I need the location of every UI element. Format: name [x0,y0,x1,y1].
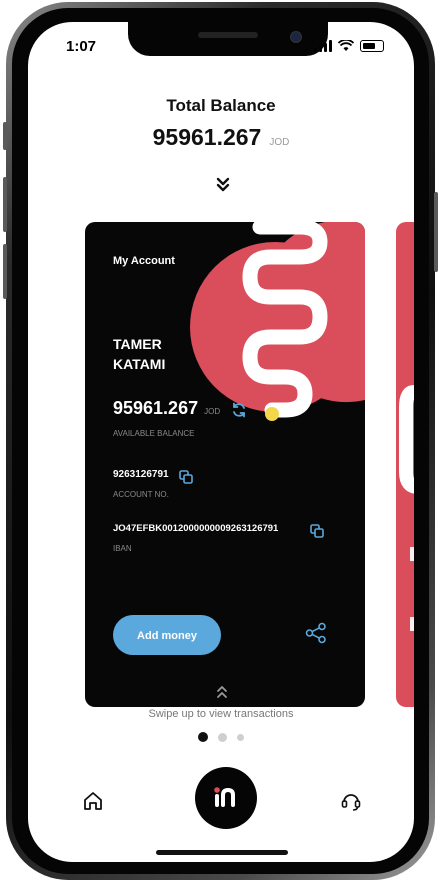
home-indicator[interactable] [156,850,288,855]
app-screen: 1:07 Total Balance 95961.267 JOD My Accou… [28,22,414,862]
share-icon[interactable] [305,622,327,644]
next-account-card[interactable] [396,222,414,707]
available-balance-currency: JOD [204,407,221,416]
swipe-hint: Swipe up to view transactions [148,708,294,720]
add-money-button[interactable]: Add money [113,615,221,655]
volume-up-button [3,177,7,232]
holder-last-name: KATAMI [113,356,166,372]
available-balance-label: AVAILABLE BALANCE [113,429,195,438]
iban-label: IBAN [113,544,132,553]
account-number: 9263126791 [113,469,169,480]
page-dot-1[interactable] [198,732,208,742]
next-card-decoration [399,385,414,631]
holder-first-name: TAMER [113,336,162,352]
refresh-icon[interactable] [231,402,247,418]
wifi-icon [338,40,354,51]
total-balance: 95961.267 JOD [28,124,414,151]
total-balance-currency: JOD [269,137,290,148]
total-balance-label: Total Balance [166,96,276,115]
app-logo-icon [214,787,235,807]
battery-icon [360,40,384,52]
iban-value: JO47EFBK0012000000009263126791 [113,523,279,534]
bottom-navigation [28,762,414,832]
copy-iban-icon[interactable] [310,524,324,538]
page-dot-3[interactable] [237,733,244,741]
account-holder-name: TAMER KATAMI [113,334,233,374]
home-icon[interactable] [82,790,104,812]
mute-switch [3,122,7,150]
signal-icon [314,40,332,52]
headset-icon[interactable] [340,790,362,812]
speaker [198,32,258,38]
front-camera [290,31,302,43]
power-button [434,192,438,272]
account-number-label: ACCOUNT NO. [113,490,169,499]
page-dot-2[interactable] [218,732,227,742]
volume-down-button [3,244,7,299]
available-balance-amount: 95961.267 [113,398,199,418]
card-pagination [28,732,414,742]
total-balance-amount: 95961.267 [152,124,262,150]
card-balance: 95961.267 JOD [113,398,220,419]
double-chevron-up-icon[interactable] [215,684,229,700]
account-card[interactable]: My Account TAMER KATAMI 95961.267 JOD AVA… [85,222,365,707]
app-logo-button[interactable] [195,767,257,829]
double-chevron-down-icon[interactable] [216,177,230,193]
notch [128,22,328,56]
copy-account-number-icon[interactable] [179,470,193,484]
card-title: My Account [113,255,175,267]
status-time: 1:07 [66,38,97,55]
status-icons [314,40,384,52]
